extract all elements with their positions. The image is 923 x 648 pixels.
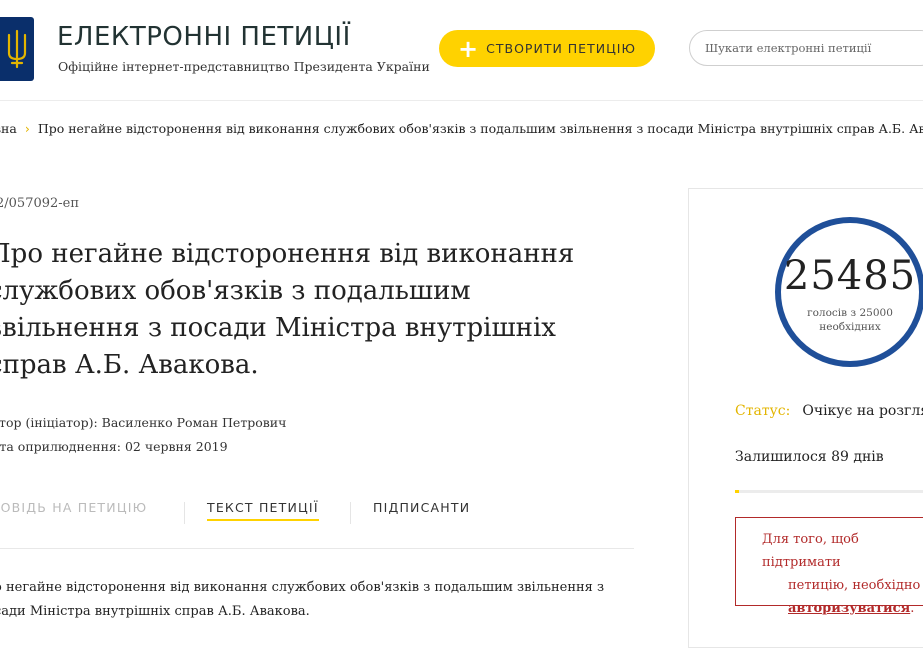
- tab-divider: [350, 502, 351, 524]
- tabs-divider-line: [0, 548, 634, 549]
- vote-caption: голосів з 25000 необхідних: [807, 307, 893, 333]
- progress-track: [735, 490, 923, 493]
- trident-icon: [7, 29, 27, 69]
- tab-divider: [184, 502, 185, 524]
- tab-answer[interactable]: ПОВІДЬ НА ПЕТИЦІЮ: [0, 500, 147, 519]
- petition-text: о негайне відсторонення від виконання сл…: [0, 580, 605, 619]
- breadcrumb-current: Про негайне відсторонення від виконання …: [37, 121, 923, 136]
- status-label: Статус:: [735, 403, 791, 419]
- status-value: Очікує на розгляд: [802, 403, 923, 419]
- trident-logo-icon[interactable]: [0, 17, 34, 81]
- notice-end: .: [910, 601, 915, 616]
- chevron-right-icon: ›: [24, 121, 30, 136]
- site-title[interactable]: ЕЛЕКТРОННІ ПЕТИЦІЇ: [57, 22, 351, 52]
- petition-title: Про негайне відсторонення від виконання …: [0, 239, 575, 380]
- plus-icon: +: [458, 34, 479, 63]
- petition-tabs: ПОВІДЬ НА ПЕТИЦІЮ ТЕКСТ ПЕТИЦІЇ ПІДПИСАН…: [0, 500, 635, 528]
- breadcrumb: вна › Про негайне відсторонення від викона…: [0, 121, 923, 136]
- breadcrumb-home-link[interactable]: вна: [0, 121, 17, 136]
- auth-notice: Для того, щоб підтримати петицію, необхі…: [735, 517, 923, 616]
- tab-signers[interactable]: ПІДПИСАНТИ: [373, 500, 470, 519]
- progress-fill: [735, 490, 739, 493]
- notice-line-2: петицію, необхідно: [788, 578, 921, 593]
- status-row: Статус: Очікує на розгляд: [735, 403, 923, 419]
- petition-publish-date: ата оприлюднення: 02 червня 2019: [0, 439, 228, 454]
- tab-petition-text[interactable]: ТЕКСТ ПЕТИЦІЇ: [207, 500, 319, 521]
- search-input[interactable]: [689, 30, 923, 66]
- petition-author: втор (ініціатор): Василенко Роман Петров…: [0, 415, 287, 430]
- days-remaining: Залишилося 89 днів: [735, 449, 884, 465]
- site-header: ЕЛЕКТРОННІ ПЕТИЦІЇ Офіційне інтернет-пре…: [0, 0, 923, 101]
- authorize-link[interactable]: авторизуватися: [762, 601, 910, 616]
- site-subtitle: Офіційне інтернет-представництво Президе…: [58, 59, 430, 74]
- vote-count: 25485: [783, 253, 917, 299]
- petition-number: 2/057092-еп: [0, 196, 80, 211]
- create-petition-button[interactable]: + СТВОРИТИ ПЕТИЦІЮ: [439, 30, 655, 67]
- notice-line-1: Для того, щоб підтримати: [762, 532, 859, 570]
- create-petition-label: СТВОРИТИ ПЕТИЦІЮ: [486, 41, 636, 56]
